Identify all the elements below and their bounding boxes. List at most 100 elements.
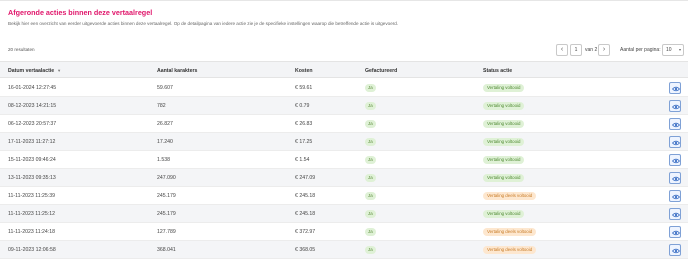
table-row: 15-11-2023 09:46:24 1.538 € 1.54 Ja Vertalin… bbox=[0, 151, 688, 169]
cell-date: 11-11-2023 11:25:12 bbox=[8, 211, 56, 217]
status-badge: Vertaling voltooid bbox=[483, 156, 525, 164]
cell-date: 09-11-2023 12:06:58 bbox=[8, 247, 56, 253]
billed-badge: Ja bbox=[365, 174, 376, 182]
cell-cost: € 245.18 bbox=[295, 193, 316, 199]
cell-chars: 368.041 bbox=[157, 247, 176, 253]
status-badge: Vertaling voltooid bbox=[483, 102, 525, 110]
eye-icon bbox=[672, 176, 680, 182]
view-details-button[interactable] bbox=[669, 82, 681, 94]
prev-page-button[interactable]: ‹ bbox=[556, 44, 568, 56]
billed-badge: Ja bbox=[365, 156, 376, 164]
billed-badge: Ja bbox=[365, 138, 376, 146]
cell-cost: € 17.25 bbox=[295, 139, 313, 145]
view-details-button[interactable] bbox=[669, 208, 681, 220]
view-details-button[interactable] bbox=[669, 172, 681, 184]
billed-badge: Ja bbox=[365, 120, 376, 128]
cell-chars: 245.179 bbox=[157, 211, 176, 217]
billed-badge: Ja bbox=[365, 84, 376, 92]
cell-chars: 59.607 bbox=[157, 85, 173, 91]
cell-cost: € 245.18 bbox=[295, 211, 316, 217]
view-details-button[interactable] bbox=[669, 190, 681, 202]
cell-chars: 245.179 bbox=[157, 193, 176, 199]
cell-cost: € 59.61 bbox=[295, 85, 313, 91]
status-badge: Vertaling deels voltooid bbox=[483, 246, 537, 254]
table-row: 09-11-2023 12:06:58 368.041 € 368.05 Ja Vert… bbox=[0, 241, 688, 259]
status-badge: Vertaling voltooid bbox=[483, 138, 525, 146]
cell-chars: 26.827 bbox=[157, 121, 173, 127]
table-row: 11-11-2023 11:25:39 245.179 € 245.18 Ja Vert… bbox=[0, 187, 688, 205]
status-badge: Vertaling voltooid bbox=[483, 84, 525, 92]
cell-cost: € 1.54 bbox=[295, 157, 310, 163]
cell-date: 11-11-2023 11:25:39 bbox=[8, 193, 56, 199]
view-details-button[interactable] bbox=[669, 154, 681, 166]
cell-chars: 782 bbox=[157, 103, 166, 109]
cell-chars: 17.240 bbox=[157, 139, 173, 145]
eye-icon bbox=[672, 122, 680, 128]
table-row: 08-12-2023 14:21:15 782 € 0.79 Ja Vertaling … bbox=[0, 97, 688, 115]
eye-icon bbox=[672, 230, 680, 236]
table-row: 13-11-2023 09:35:13 247.090 € 247.09 Ja Vert… bbox=[0, 169, 688, 187]
cell-date: 06-12-2023 20:57:37 bbox=[8, 121, 57, 127]
top-divider bbox=[0, 0, 688, 1]
status-badge: Vertaling voltooid bbox=[483, 120, 525, 128]
per-page-value: 10 bbox=[666, 47, 672, 53]
billed-badge: Ja bbox=[365, 210, 376, 218]
status-badge: Vertaling voltooid bbox=[483, 174, 525, 182]
column-date[interactable]: Datum vertaalactie ▼ bbox=[8, 68, 61, 74]
column-cost: Kosten bbox=[295, 68, 313, 74]
cell-date: 15-11-2023 09:46:24 bbox=[8, 157, 56, 163]
chevron-left-icon: ‹ bbox=[560, 46, 564, 53]
cell-cost: € 0.79 bbox=[295, 103, 310, 109]
table-row: 17-11-2023 11:27:12 17.240 € 17.25 Ja Vertal… bbox=[0, 133, 688, 151]
view-details-button[interactable] bbox=[669, 244, 681, 256]
eye-icon bbox=[672, 194, 680, 200]
cell-chars: 127.789 bbox=[157, 229, 176, 235]
chevron-right-icon: › bbox=[602, 46, 606, 53]
billed-badge: Ja bbox=[365, 246, 376, 254]
billed-badge: Ja bbox=[365, 102, 376, 110]
chevron-down-icon: ▾ bbox=[678, 47, 681, 52]
cell-cost: € 26.83 bbox=[295, 121, 313, 127]
eye-icon bbox=[672, 212, 680, 218]
sort-arrow-icon: ▼ bbox=[57, 68, 62, 73]
page-number-input[interactable]: 1 bbox=[570, 44, 582, 56]
per-page-label: Aantal per pagina: bbox=[620, 47, 661, 53]
table-row: 11-11-2023 11:24:18 127.789 € 372.97 Ja Vert… bbox=[0, 223, 688, 241]
next-page-button[interactable]: › bbox=[598, 44, 610, 56]
column-status: Status actie bbox=[483, 68, 513, 74]
status-badge: Vertaling deels voltooid bbox=[483, 192, 537, 200]
page-description: Bekijk hier een overzicht van eerder uit… bbox=[8, 21, 399, 26]
cell-date: 16-01-2024 12:27:45 bbox=[8, 85, 57, 91]
cell-chars: 1.538 bbox=[157, 157, 170, 163]
billed-badge: Ja bbox=[365, 192, 376, 200]
table-row: 11-11-2023 11:25:12 245.179 € 245.18 Ja Vert… bbox=[0, 205, 688, 223]
view-details-button[interactable] bbox=[669, 118, 681, 130]
table-header: Datum vertaalactie ▼ Aantal karakters Kos… bbox=[0, 61, 688, 78]
cell-date: 08-12-2023 14:21:15 bbox=[8, 103, 57, 109]
eye-icon bbox=[672, 140, 680, 146]
column-date-label: Datum vertaalactie bbox=[8, 68, 55, 74]
cell-date: 17-11-2023 11:27:12 bbox=[8, 139, 56, 145]
page-title: Afgeronde acties binnen deze vertaalrege… bbox=[8, 8, 153, 17]
view-details-button[interactable] bbox=[669, 100, 681, 112]
view-details-button[interactable] bbox=[669, 226, 681, 238]
per-page-select[interactable]: 10 ▾ bbox=[662, 44, 684, 56]
table-row: 06-12-2023 20:57:37 26.827 € 26.83 Ja Vertal… bbox=[0, 115, 688, 133]
page-total-label: van 2 bbox=[585, 47, 598, 53]
eye-icon bbox=[672, 104, 680, 110]
cell-date: 11-11-2023 11:24:18 bbox=[8, 229, 56, 235]
eye-icon bbox=[672, 86, 680, 92]
column-chars: Aantal karakters bbox=[157, 68, 198, 74]
cell-cost: € 372.97 bbox=[295, 229, 316, 235]
results-count: 20 resultaten bbox=[8, 47, 35, 52]
status-badge: Vertaling voltooid bbox=[483, 210, 525, 218]
completed-actions-panel: Afgeronde acties binnen deze vertaalrege… bbox=[0, 0, 688, 264]
eye-icon bbox=[672, 158, 680, 164]
column-billed: Gefactureerd bbox=[365, 68, 398, 74]
table-row: 16-01-2024 12:27:45 59.607 € 59.61 Ja Vertal… bbox=[0, 79, 688, 97]
cell-chars: 247.090 bbox=[157, 175, 176, 181]
eye-icon bbox=[672, 248, 680, 254]
view-details-button[interactable] bbox=[669, 136, 681, 148]
status-badge: Vertaling deels voltooid bbox=[483, 228, 537, 236]
cell-cost: € 368.05 bbox=[295, 247, 316, 253]
